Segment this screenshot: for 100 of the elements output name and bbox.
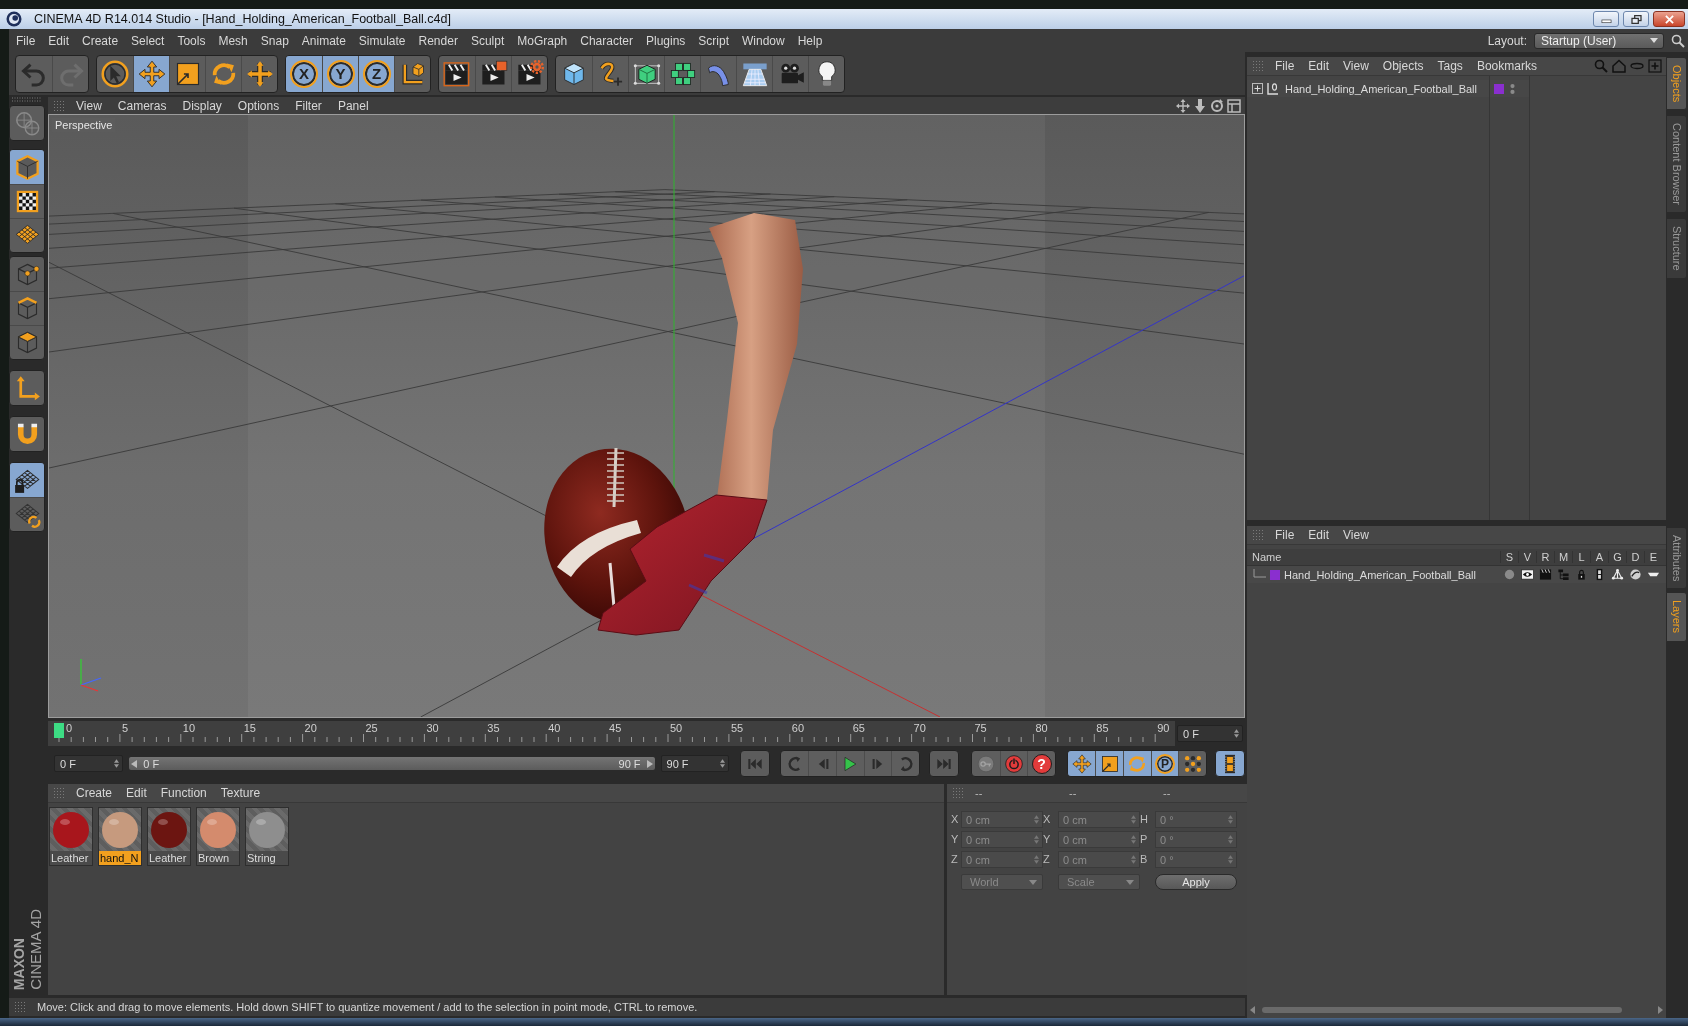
spinner-arrows-icon[interactable] (1234, 729, 1239, 738)
start-frame-field[interactable]: 0 F (54, 755, 124, 772)
render-settings-button[interactable] (511, 55, 547, 92)
apply-button[interactable]: Apply (1155, 874, 1237, 890)
current-frame-field[interactable]: 0 F (1177, 725, 1243, 742)
orbit-icon[interactable] (1210, 98, 1224, 113)
layer-color-swatch[interactable] (1494, 83, 1504, 94)
column-header[interactable]: E (1644, 551, 1662, 563)
grip-handle-icon[interactable] (12, 97, 42, 102)
menu-item[interactable]: View (1343, 59, 1369, 73)
column-header[interactable]: V (1518, 551, 1536, 563)
circle-curve-icon[interactable] (1628, 568, 1642, 581)
grip-handle-icon[interactable] (15, 1001, 27, 1013)
column-header[interactable]: R (1536, 551, 1554, 563)
column-header[interactable]: Name (1247, 551, 1500, 563)
menu-item[interactable]: Help (797, 33, 823, 48)
menu-item[interactable]: Panel (337, 98, 369, 113)
panel-tab[interactable]: Structure (1666, 218, 1687, 279)
rotation-key-button[interactable] (1123, 751, 1151, 776)
menu-item[interactable]: View (76, 98, 102, 113)
horizontal-scrollbar[interactable] (1248, 1005, 1665, 1015)
menu-item[interactable]: Edit (48, 33, 70, 48)
layout-dropdown[interactable]: Startup (User) (1534, 32, 1664, 49)
node-triangle-icon[interactable] (1610, 568, 1624, 581)
column-header[interactable]: S (1500, 551, 1518, 563)
menu-item[interactable]: Options (237, 98, 280, 113)
go-to-start-button[interactable] (739, 750, 770, 777)
menu-item[interactable]: Simulate (358, 33, 406, 48)
menu-item[interactable]: Edit (1308, 528, 1330, 542)
material-item[interactable]: String (245, 807, 289, 866)
position-key-button[interactable] (1067, 751, 1096, 776)
locked-workplane-button[interactable] (10, 463, 44, 497)
scale-key-button[interactable] (1095, 751, 1124, 776)
make-editable-button[interactable] (9, 105, 45, 141)
go-to-end-button[interactable] (928, 750, 959, 777)
panel-tab[interactable]: Content Browser (1666, 115, 1687, 214)
timeline-ruler[interactable]: 0 5 10 15 20 25 30 35 40 45 50 55 60 65 70 75 80 85 90 (48, 721, 1175, 746)
clapperboard-icon[interactable] (1538, 568, 1552, 581)
menu-item[interactable]: Tags (1437, 59, 1463, 73)
layer-color-swatch[interactable] (1270, 569, 1280, 580)
axis-mode-button[interactable] (9, 370, 45, 406)
menu-item[interactable]: Cameras (117, 98, 167, 113)
move-tool-button[interactable] (133, 55, 169, 92)
menu-item[interactable]: Edit (1308, 59, 1330, 73)
panel-tab[interactable]: Layers (1666, 592, 1687, 642)
minimize-button[interactable] (1593, 11, 1619, 27)
range-start-handle[interactable] (131, 759, 138, 768)
menu-item[interactable]: Plugins (645, 33, 686, 48)
layer-row[interactable]: Hand_Holding_American_Football_Ball (1247, 566, 1666, 583)
close-button[interactable] (1653, 11, 1685, 27)
eye-icon[interactable] (1520, 568, 1534, 581)
material-item[interactable]: Leather (49, 807, 93, 866)
timeline-button[interactable] (1215, 750, 1245, 777)
column-header[interactable]: M (1554, 551, 1572, 563)
pan-icon[interactable] (1176, 98, 1190, 113)
frame-range-slider[interactable]: 0 F 90 F (128, 756, 656, 771)
menu-item[interactable]: Create (82, 33, 119, 48)
menu-item[interactable]: View (1343, 528, 1369, 542)
menu-item[interactable]: File (16, 33, 36, 48)
menu-item[interactable]: Script (698, 33, 729, 48)
panel-tab[interactable]: Attributes (1666, 527, 1687, 590)
menu-item[interactable]: Character (580, 33, 633, 48)
grip-handle-icon[interactable] (54, 99, 66, 112)
menu-item[interactable]: Select (131, 33, 165, 48)
menu-item[interactable]: Mesh (218, 33, 248, 48)
expand-icon[interactable] (1252, 83, 1263, 94)
material-item[interactable]: hand_N (98, 807, 142, 866)
grip-handle-icon[interactable] (1253, 529, 1265, 541)
dot-icon[interactable] (1502, 568, 1516, 581)
axis-lock-button[interactable]: Y (322, 55, 358, 92)
menu-item[interactable]: Render (418, 33, 458, 48)
menu-item[interactable]: Texture (220, 786, 261, 800)
column-header[interactable]: G (1608, 551, 1626, 563)
menu-item[interactable]: Function (160, 786, 207, 800)
two-dots-icon[interactable] (1510, 82, 1515, 95)
menu-item[interactable]: Snap (260, 33, 289, 48)
restore-button[interactable] (1623, 11, 1649, 27)
menu-item[interactable]: Filter (295, 98, 322, 113)
menu-item[interactable]: MoGraph (517, 33, 568, 48)
menu-item[interactable]: Window (742, 33, 785, 48)
menu-item[interactable]: Edit (126, 786, 147, 800)
menu-item[interactable]: Display (182, 98, 222, 113)
column-header[interactable]: L (1572, 551, 1590, 563)
column-header[interactable]: A (1590, 551, 1608, 563)
grip-handle-icon[interactable] (54, 787, 66, 799)
workplane-align-button[interactable] (10, 497, 44, 531)
material-item[interactable]: Brown (196, 807, 240, 866)
menu-item[interactable]: Objects (1382, 59, 1424, 73)
search-icon[interactable] (1671, 33, 1685, 48)
menu-item[interactable]: Bookmarks (1476, 59, 1537, 73)
menu-item[interactable]: File (1275, 528, 1295, 542)
grip-handle-icon[interactable] (953, 787, 965, 799)
menu-item[interactable]: File (1275, 59, 1295, 73)
material-item[interactable]: Leather (147, 807, 191, 866)
axis-lock-button[interactable]: Z (358, 55, 394, 92)
menu-item[interactable]: Tools (177, 33, 206, 48)
model-mode-button[interactable] (10, 150, 44, 184)
spinner-arrows-icon[interactable] (719, 759, 725, 768)
down-arrow-icon[interactable] (1193, 98, 1207, 113)
parameter-key-button[interactable]: P (1150, 751, 1179, 776)
